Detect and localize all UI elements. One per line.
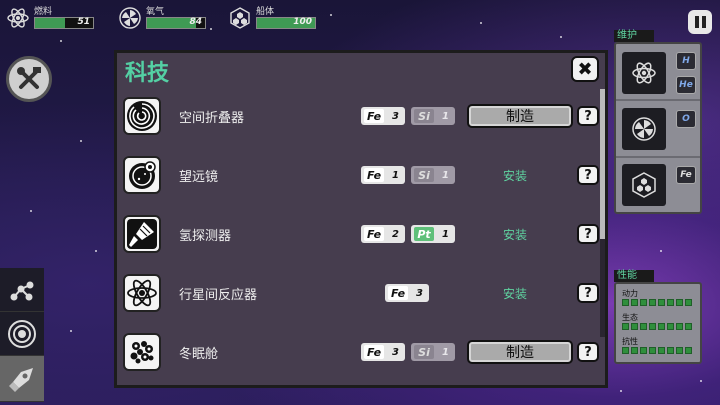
help-button[interactable]: ? — [577, 283, 599, 303]
tools-button[interactable] — [6, 56, 52, 102]
pause-button[interactable] — [688, 10, 712, 34]
resource-fe: Fe 2 — [361, 225, 405, 243]
left-tab-bar — [0, 268, 44, 402]
stat-bar-resistance — [622, 347, 698, 354]
cryo-pod-icon — [123, 333, 161, 371]
hud-fuel: 燃料 51 — [6, 6, 94, 30]
hull-hex-icon — [632, 172, 656, 198]
divider — [616, 99, 700, 101]
element-fe: Fe — [676, 166, 696, 184]
tech-name: 行星间反应器 — [179, 287, 258, 303]
hud-oxygen: 氧气 84 — [118, 6, 206, 30]
maintenance-slot-oxygen[interactable] — [622, 108, 666, 150]
help-button[interactable]: ? — [577, 165, 599, 185]
resource-pt: Pt 1 — [411, 225, 455, 243]
close-button[interactable]: ✖ — [571, 56, 599, 82]
oxygen-value: 84 — [189, 17, 202, 27]
tech-name: 空间折叠器 — [179, 110, 245, 126]
stat-bar-ecology — [622, 323, 698, 330]
oxygen-label: 氧气 — [146, 7, 165, 17]
tech-name: 冬眠舱 — [179, 346, 219, 362]
fuel-value: 51 — [77, 17, 90, 27]
fan-icon — [632, 117, 656, 141]
panel-title: 科技 — [125, 61, 170, 86]
tech-name: 氢探测器 — [179, 228, 232, 244]
tech-row-interplanetary-reactor: 行星间反应器 Fe 3 安装 ? — [123, 268, 599, 318]
tech-row-hydrogen-probe: 氢探测器 Fe 2 Pt 1 安装 ? — [123, 209, 599, 259]
install-label[interactable]: 安装 — [503, 285, 527, 302]
atom-icon — [123, 274, 161, 312]
stat-label-power: 动力 — [622, 289, 638, 298]
rocket-icon — [9, 367, 33, 392]
craft-button[interactable]: 制造 — [467, 340, 573, 364]
resource-si: Si 1 — [411, 107, 455, 125]
element-he: He — [676, 76, 696, 94]
resource-fe: Fe 3 — [385, 284, 429, 302]
divider — [616, 156, 700, 158]
tech-row-space-folder: 空间折叠器 Fe 3 Si 1 制造 ? — [123, 91, 599, 141]
constellation-icon — [10, 281, 34, 300]
tech-panel: 科技 ✖ 空间折叠器 Fe 3 Si 1 制造 ? 望远镜 Fe 1 Si 1 安装 ?… — [114, 50, 608, 388]
telescope-icon — [123, 156, 161, 194]
element-h: H — [676, 52, 696, 70]
tech-name: 望远镜 — [179, 169, 219, 185]
hull-hex-icon — [228, 6, 252, 30]
maintenance-panel: H He O Fe — [614, 42, 702, 214]
tech-row-telescope: 望远镜 Fe 1 Si 1 安装 ? — [123, 150, 599, 200]
performance-panel: 动力 生态 抗性 — [614, 282, 702, 364]
resource-fe: Fe 3 — [361, 107, 405, 125]
spiral-icon — [123, 97, 161, 135]
hull-label: 船体 — [256, 7, 275, 17]
tab-ship[interactable] — [0, 356, 44, 402]
oxygen-bar: 84 — [146, 17, 206, 29]
stat-bar-power — [622, 299, 698, 306]
resource-fe: Fe 1 — [361, 166, 405, 184]
fuel-bar: 51 — [34, 17, 94, 29]
tab-star-map[interactable] — [0, 268, 44, 312]
stat-label-ecology: 生态 — [622, 313, 638, 322]
craft-button[interactable]: 制造 — [467, 104, 573, 128]
help-button[interactable]: ? — [577, 224, 599, 244]
install-label[interactable]: 安装 — [503, 226, 527, 243]
maintenance-slot-hull[interactable] — [622, 164, 666, 206]
hull-bar: 100 — [256, 17, 316, 29]
planet-orbit-icon — [8, 319, 36, 348]
atom-icon — [632, 62, 656, 84]
wrench-hammer-icon — [17, 67, 41, 89]
fan-icon — [118, 6, 142, 30]
atom-icon — [6, 6, 30, 30]
resource-si: Si 1 — [411, 343, 455, 361]
hydrogen-probe-icon — [123, 215, 161, 253]
maintenance-slot-reactor[interactable] — [622, 52, 666, 94]
tab-planet[interactable] — [0, 312, 44, 356]
scrollbar[interactable] — [600, 89, 605, 337]
stat-label-resistance: 抗性 — [622, 337, 638, 346]
performance-title: 性能 — [614, 270, 654, 282]
help-button[interactable]: ? — [577, 106, 599, 126]
tech-row-cryo-pod: 冬眠舱 Fe 3 Si 1 制造 ? — [123, 327, 599, 377]
hull-value: 100 — [293, 17, 312, 27]
resource-si: Si 1 — [411, 166, 455, 184]
fuel-label: 燃料 — [34, 7, 53, 17]
scrollbar-thumb[interactable] — [600, 89, 605, 239]
help-button[interactable]: ? — [577, 342, 599, 362]
maintenance-title: 维护 — [614, 30, 654, 42]
hud-hull: 船体 100 — [228, 6, 316, 30]
element-o: O — [676, 110, 696, 128]
install-label[interactable]: 安装 — [503, 167, 527, 184]
resource-fe: Fe 3 — [361, 343, 405, 361]
